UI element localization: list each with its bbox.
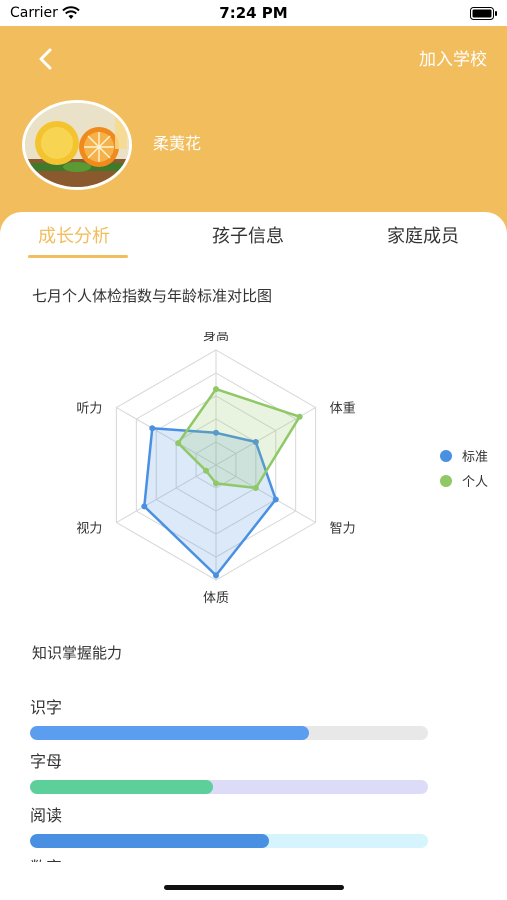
knowledge-section-title: 知识掌握能力 (32, 644, 123, 662)
back-icon[interactable] (36, 48, 56, 70)
radar-data-point (175, 440, 182, 447)
radar-axis-label: 智力 (330, 522, 356, 537)
legend-marker (440, 450, 452, 462)
radar-axis-label: 体质 (203, 591, 229, 606)
skill-progress-fill (30, 726, 309, 740)
skill-progress-fill (30, 780, 214, 794)
radar-axis-label: 听力 (76, 402, 102, 417)
skill-progress-fill (30, 834, 269, 848)
clock-time: 7:24 PM (219, 4, 288, 22)
radar-data-point (252, 485, 259, 491)
profile-header: 加入学校 柔荑花 (0, 26, 507, 234)
radar-axis-label: 视力 (76, 522, 102, 537)
join-school-button[interactable]: 加入学校 (419, 45, 487, 70)
avatar[interactable] (22, 100, 132, 190)
tab-family-members[interactable]: 家庭成员 (387, 222, 459, 248)
skill-progress-letters (30, 780, 428, 794)
bottom-safe-area (0, 862, 507, 900)
radar-data-point (141, 503, 148, 510)
radar-chart: 身高体重智力体质 视力 听力标准个人 (76, 332, 488, 606)
skill-label-reading: 阅读 (30, 806, 63, 825)
radar-data-point (213, 572, 219, 579)
radar-axis-label: 身高 (203, 332, 229, 344)
radar-data-point (149, 425, 156, 432)
content-card: 成长分析 孩子信息 家庭成员 七月个人体检指数与年龄标准对比图 身高体重智力体质… (0, 212, 507, 900)
radar-data-point (203, 467, 210, 474)
radar-data-point (213, 386, 219, 393)
skill-progress-literacy (30, 726, 428, 740)
tab-growth-analysis[interactable]: 成长分析 (38, 222, 110, 248)
legend-label: 个人 (462, 475, 488, 490)
skill-label-letters: 字母 (30, 752, 63, 771)
status-bar: Carrier 7:24 PM (0, 0, 507, 26)
home-indicator[interactable] (164, 885, 344, 890)
battery-icon (470, 7, 497, 20)
radar-axis-label: 体重 (330, 401, 356, 417)
tab-child-info[interactable]: 孩子信息 (212, 222, 284, 248)
legend-label: 标准 (462, 450, 488, 465)
skill-progress-reading (30, 834, 428, 848)
skill-label-literacy: 识字 (30, 698, 63, 717)
radar-data-point (272, 496, 279, 503)
tab-bar: 成长分析 孩子信息 家庭成员 (0, 212, 507, 258)
orange-photo-icon (25, 103, 129, 187)
username-label: 柔荑花 (153, 134, 202, 153)
legend-marker (440, 475, 452, 487)
radar-data-point (296, 413, 303, 420)
radar-chart-title: 七月个人体检指数与年龄标准对比图 (32, 287, 273, 305)
active-tab-indicator (28, 255, 128, 258)
radar-data-point (213, 480, 219, 487)
